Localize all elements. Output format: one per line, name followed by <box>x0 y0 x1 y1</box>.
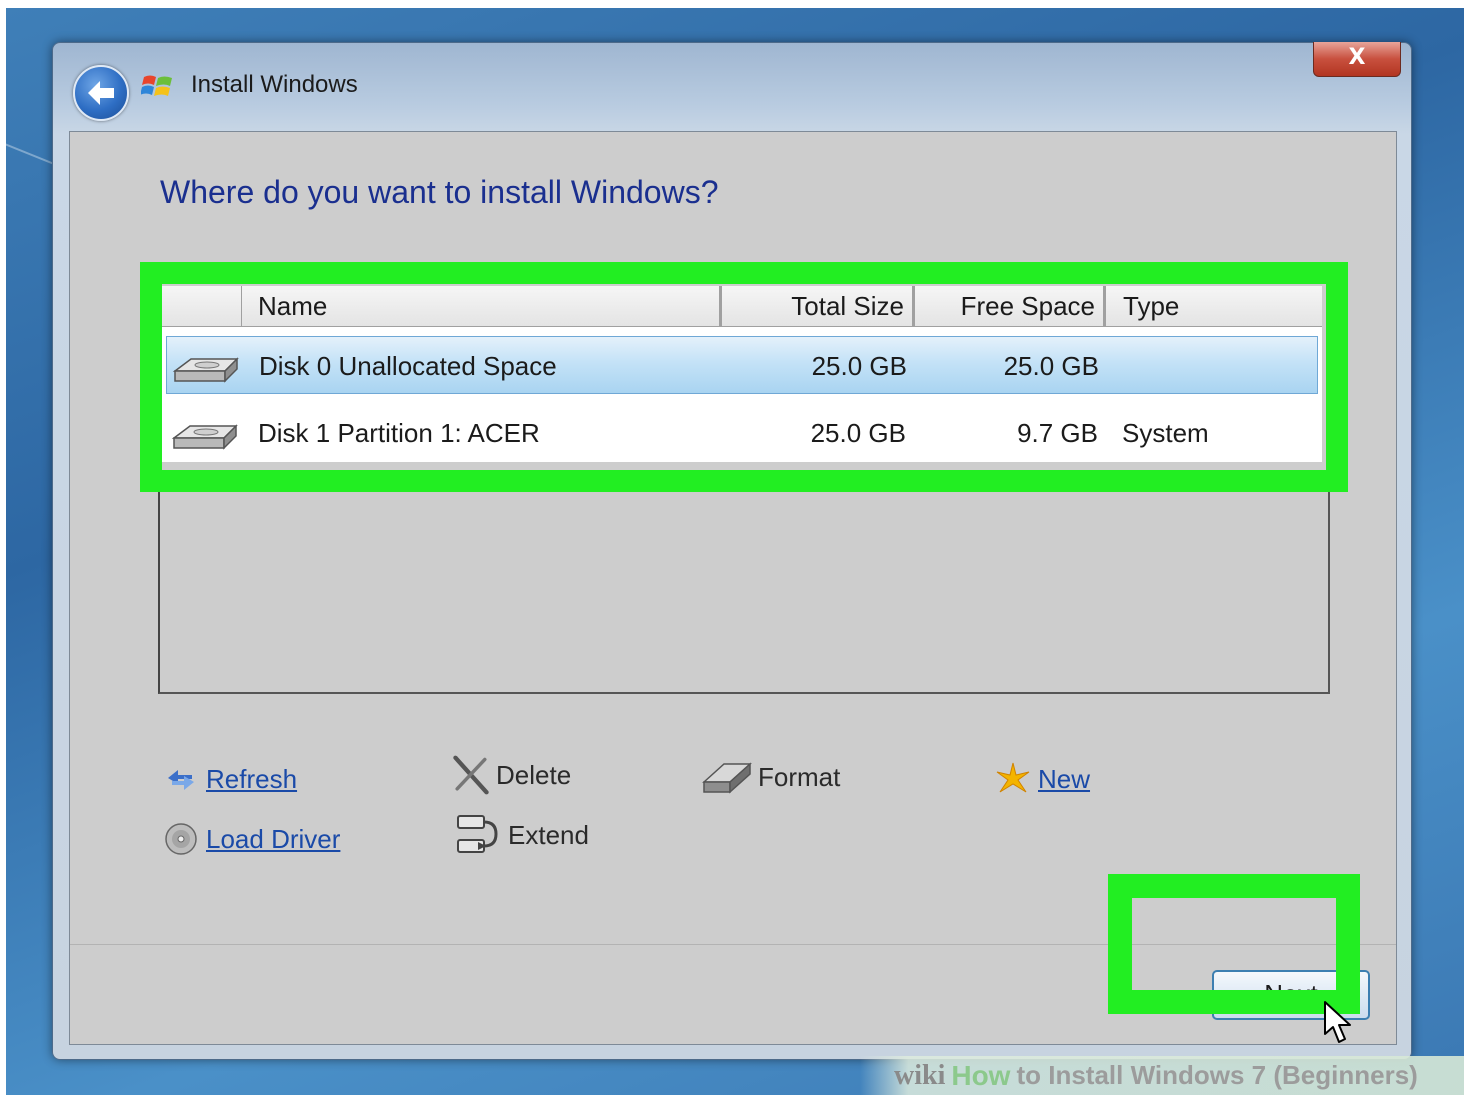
back-button[interactable] <box>73 65 129 121</box>
watermark-wiki: wiki <box>894 1059 946 1091</box>
extend-label: Extend <box>508 819 589 850</box>
mouse-cursor-icon <box>1324 1001 1351 1043</box>
refresh-button[interactable]: Refresh <box>162 760 297 798</box>
load-driver-label: Load Driver <box>206 823 341 854</box>
extend-icon <box>454 815 502 854</box>
close-button[interactable]: X <box>1313 42 1401 77</box>
new-star-icon <box>994 760 1032 798</box>
back-arrow-icon <box>88 81 114 105</box>
title-bar: Install Windows X <box>53 42 1411 131</box>
delete-button[interactable]: Delete <box>452 755 572 795</box>
load-driver-disc-icon <box>162 820 200 858</box>
delete-label: Delete <box>496 759 572 790</box>
refresh-icon <box>162 760 200 798</box>
highlight-frame-partition-list <box>140 262 1348 492</box>
new-label: New <box>1038 763 1091 794</box>
format-icon <box>702 758 752 796</box>
refresh-label: Refresh <box>206 763 298 794</box>
page-title: Where do you want to install Windows? <box>160 174 719 210</box>
load-driver-button[interactable]: Load Driver <box>162 820 340 858</box>
wikihow-watermark: wiki How to Install Windows 7 (Beginners… <box>860 1056 1464 1095</box>
format-button[interactable]: Format <box>702 758 840 796</box>
format-label: Format <box>758 761 841 792</box>
window-title: Install Windows <box>191 71 358 98</box>
new-button[interactable]: New <box>994 760 1090 798</box>
watermark-how: How <box>951 1059 1011 1091</box>
extend-button[interactable]: Extend <box>454 815 589 854</box>
windows-logo-icon <box>141 75 172 96</box>
delete-icon <box>452 755 490 795</box>
highlight-frame-next-button <box>1108 874 1360 1014</box>
watermark-title: to Install Windows 7 (Beginners) <box>1016 1060 1418 1090</box>
